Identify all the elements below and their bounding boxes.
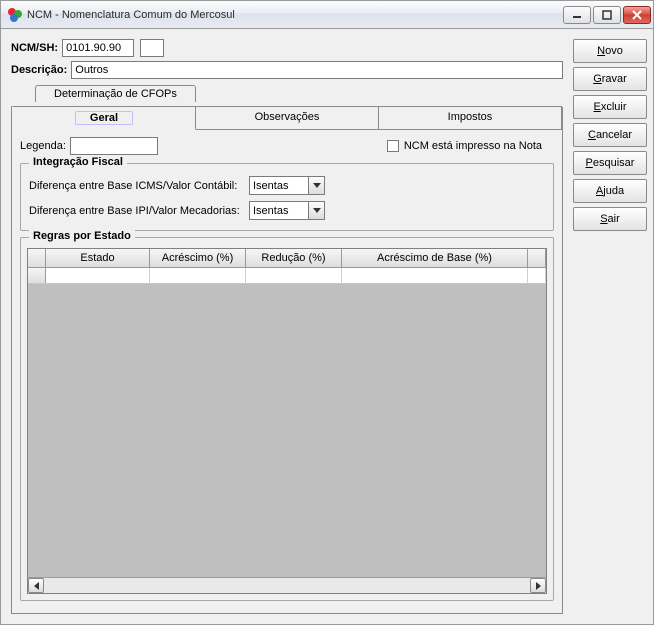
regras-grid[interactable]: Estado Acréscimo (%) Redução (%) Acrésci… — [27, 248, 547, 594]
grid-header: Estado Acréscimo (%) Redução (%) Acrésci… — [28, 249, 546, 268]
col-acrescimo[interactable]: Acréscimo (%) — [150, 249, 246, 267]
checkbox-box-icon — [387, 140, 399, 152]
ncm-code-input[interactable] — [62, 39, 134, 57]
dif-icms-value[interactable] — [250, 177, 308, 194]
scroll-track[interactable] — [44, 578, 530, 593]
cancelar-button[interactable]: Cancelar — [573, 123, 647, 147]
col-acrescimo-base[interactable]: Acréscimo de Base (%) — [342, 249, 528, 267]
ncm-label: NCM/SH: — [11, 42, 58, 54]
window: NCM - Nomenclatura Comum do Mercosul NCM… — [0, 0, 654, 625]
scroll-left-button[interactable] — [28, 578, 44, 593]
legenda-row: Legenda: NCM está impresso na Nota — [20, 137, 554, 155]
ncm-row: NCM/SH: — [11, 39, 563, 57]
side-buttons: Novo Gravar Excluir Cancelar Pesquisar A… — [573, 35, 647, 618]
ncm-impresso-checkbox[interactable]: NCM está impresso na Nota — [387, 140, 542, 152]
upper-tabstrip: Determinação de CFOPs — [11, 85, 563, 107]
ncm-suffix-input[interactable] — [140, 39, 164, 57]
novo-button[interactable]: Novo — [573, 39, 647, 63]
maximize-button[interactable] — [593, 6, 621, 24]
dif-ipi-value[interactable] — [250, 202, 308, 219]
chevron-down-icon[interactable] — [308, 202, 324, 219]
legenda-input[interactable] — [70, 137, 158, 155]
grid-hscroll[interactable] — [28, 577, 546, 593]
desc-label: Descrição: — [11, 64, 67, 76]
dif-icms-row: Diferença entre Base ICMS/Valor Contábil… — [29, 176, 545, 195]
gravar-button[interactable]: Gravar — [573, 67, 647, 91]
dif-ipi-label: Diferença entre Base IPI/Valor Mecadoria… — [29, 205, 249, 217]
geral-page: Legenda: NCM está impresso na Nota Integ… — [12, 131, 562, 613]
main-panel: NCM/SH: Descrição: Determinação de CFOPs… — [7, 35, 567, 618]
minimize-button[interactable] — [563, 6, 591, 24]
body: NCM/SH: Descrição: Determinação de CFOPs… — [1, 29, 653, 624]
desc-input[interactable] — [71, 61, 563, 79]
col-reducao[interactable]: Redução (%) — [246, 249, 342, 267]
lower-tab-page: Geral Observações Impostos Legenda: NCM … — [11, 107, 563, 614]
tab-impostos[interactable]: Impostos — [379, 106, 562, 130]
regras-estado-group: Regras por Estado Estado Acréscimo (%) R… — [20, 237, 554, 601]
regras-estado-legend: Regras por Estado — [29, 230, 135, 242]
ncm-impresso-label: NCM está impresso na Nota — [404, 140, 542, 152]
dif-icms-combo[interactable] — [249, 176, 325, 195]
window-controls — [563, 6, 651, 24]
legenda-label: Legenda: — [20, 140, 66, 152]
col-estado[interactable]: Estado — [46, 249, 150, 267]
desc-row: Descrição: — [11, 61, 563, 79]
pesquisar-button[interactable]: Pesquisar — [573, 151, 647, 175]
window-title: NCM - Nomenclatura Comum do Mercosul — [27, 9, 563, 21]
close-button[interactable] — [623, 6, 651, 24]
scroll-right-button[interactable] — [530, 578, 546, 593]
tab-determinacao-cfops[interactable]: Determinação de CFOPs — [35, 85, 196, 102]
ajuda-button[interactable]: Ajuda — [573, 179, 647, 203]
integracao-fiscal-group: Integração Fiscal Diferença entre Base I… — [20, 163, 554, 231]
dif-icms-label: Diferença entre Base ICMS/Valor Contábil… — [29, 180, 249, 192]
lower-tabstrip: Geral Observações Impostos — [12, 106, 562, 130]
app-icon — [7, 7, 23, 23]
col-extra[interactable] — [528, 249, 546, 267]
dif-ipi-combo[interactable] — [249, 201, 325, 220]
titlebar: NCM - Nomenclatura Comum do Mercosul — [1, 1, 653, 29]
excluir-button[interactable]: Excluir — [573, 95, 647, 119]
sair-button[interactable]: Sair — [573, 207, 647, 231]
integracao-fiscal-legend: Integração Fiscal — [29, 156, 127, 168]
tab-observacoes[interactable]: Observações — [196, 106, 379, 130]
chevron-down-icon[interactable] — [308, 177, 324, 194]
grid-body[interactable] — [28, 284, 546, 577]
tab-geral[interactable]: Geral — [12, 106, 196, 130]
tab-geral-label: Geral — [75, 111, 133, 125]
grid-row[interactable] — [28, 268, 546, 284]
grid-corner[interactable] — [28, 249, 46, 267]
dif-ipi-row: Diferença entre Base IPI/Valor Mecadoria… — [29, 201, 545, 220]
